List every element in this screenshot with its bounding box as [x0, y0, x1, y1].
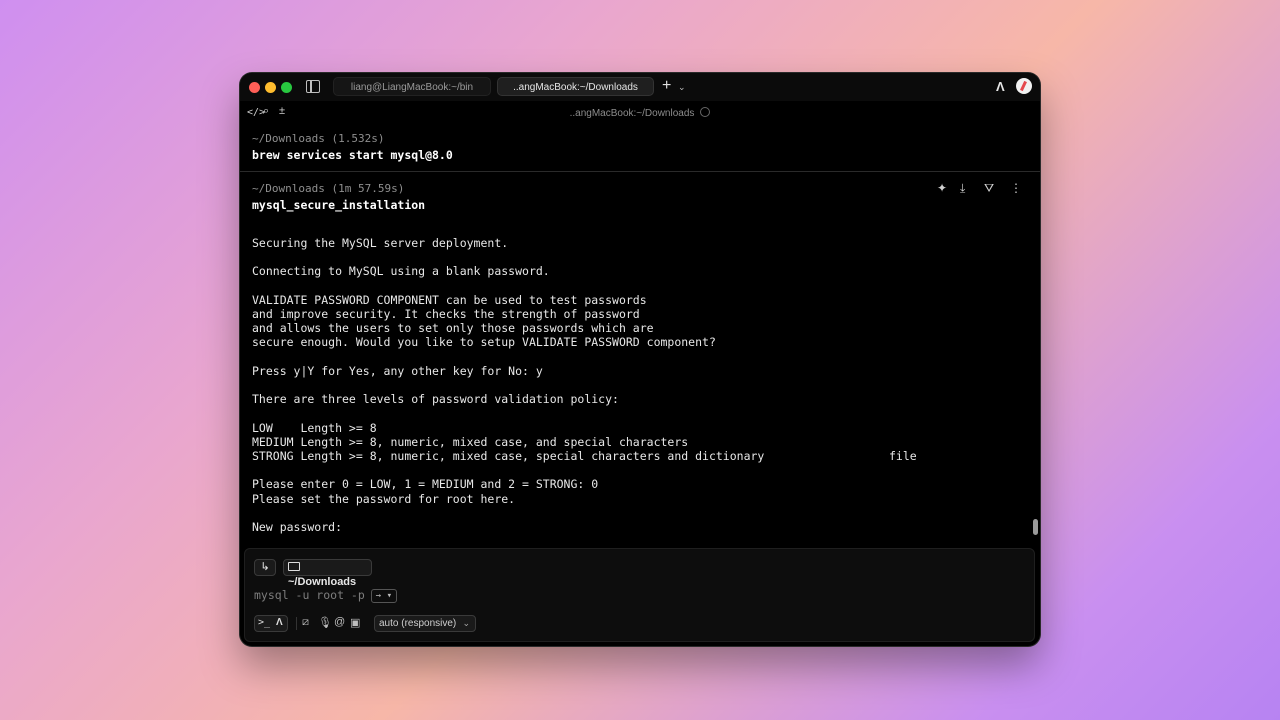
slash-command-icon[interactable]: ⧄ — [302, 616, 309, 629]
tab-menu-chevron-icon[interactable]: ⌄ — [678, 77, 686, 97]
pane-title: ..angMacBook:~/Downloads — [240, 107, 1040, 119]
loading-spinner-icon — [700, 107, 711, 117]
return-arrow-icon[interactable]: ↳ — [254, 559, 276, 576]
input-panel: ↳ ~/Downloads mysql -u root -p → ▾ >_ Λ ⧄… — [244, 548, 1035, 642]
tab-downloads[interactable]: ..angMacBook:~/Downloads — [497, 77, 654, 96]
pane-toolbar: </> ⌕ ± ..angMacBook:~/Downloads — [240, 101, 1040, 125]
folder-icon — [288, 562, 300, 571]
command-output: Securing the MySQL server deployment. Co… — [252, 236, 917, 535]
filter-icon[interactable]: ⛛ — [984, 181, 994, 196]
tab-bin[interactable]: liang@LiangMacBook:~/bin — [333, 77, 491, 96]
input-bottom-bar: >_ Λ ⧄ 🎙 @ ▣ auto (responsive) ⌄ — [245, 615, 1034, 635]
close-window-button[interactable] — [249, 82, 260, 93]
more-icon[interactable]: ⋮ — [1010, 181, 1022, 195]
terminal-mode-icon[interactable]: >_ — [258, 617, 270, 628]
mention-icon[interactable]: @ — [334, 616, 345, 628]
avatar[interactable] — [1016, 78, 1032, 94]
sparkle-icon[interactable]: ✦ — [937, 181, 947, 195]
block-meta: ~/Downloads (1.532s) — [252, 132, 385, 145]
model-select[interactable]: auto (responsive) ⌄ — [374, 615, 476, 632]
chevron-down-icon: ⌄ — [462, 618, 470, 628]
scrollbar[interactable] — [1033, 519, 1038, 535]
image-icon[interactable]: ▣ — [350, 616, 360, 629]
minimize-window-button[interactable] — [265, 82, 276, 93]
mode-toggle[interactable]: >_ Λ — [254, 615, 288, 632]
new-tab-plus-icon[interactable]: + — [662, 76, 671, 96]
command-block[interactable]: ~/Downloads (1.532s) brew services start… — [240, 125, 1040, 172]
accept-suggestion-icon[interactable]: → ▾ — [370, 589, 398, 603]
microphone-icon[interactable]: 🎙 — [318, 616, 332, 629]
divider — [296, 617, 297, 630]
title-bar: liang@LiangMacBook:~/bin ..angMacBook:~/… — [240, 73, 1040, 101]
command-input[interactable]: mysql -u root -p → ▾ — [254, 588, 398, 603]
zoom-window-button[interactable] — [281, 82, 292, 93]
terminal-window: liang@LiangMacBook:~/bin ..angMacBook:~/… — [240, 73, 1040, 646]
warp-logo-icon[interactable]: Λ — [996, 79, 1005, 94]
block-command: brew services start mysql@8.0 — [252, 148, 453, 162]
agent-mode-icon[interactable]: Λ — [276, 617, 283, 628]
sidebar-toggle-icon[interactable] — [306, 80, 320, 93]
block-command: mysql_secure_installation — [252, 198, 426, 212]
download-icon[interactable]: ⤓ — [960, 181, 965, 196]
current-directory-chip[interactable]: ~/Downloads — [283, 559, 372, 588]
block-meta: ~/Downloads (1m 57.59s) — [252, 182, 405, 195]
